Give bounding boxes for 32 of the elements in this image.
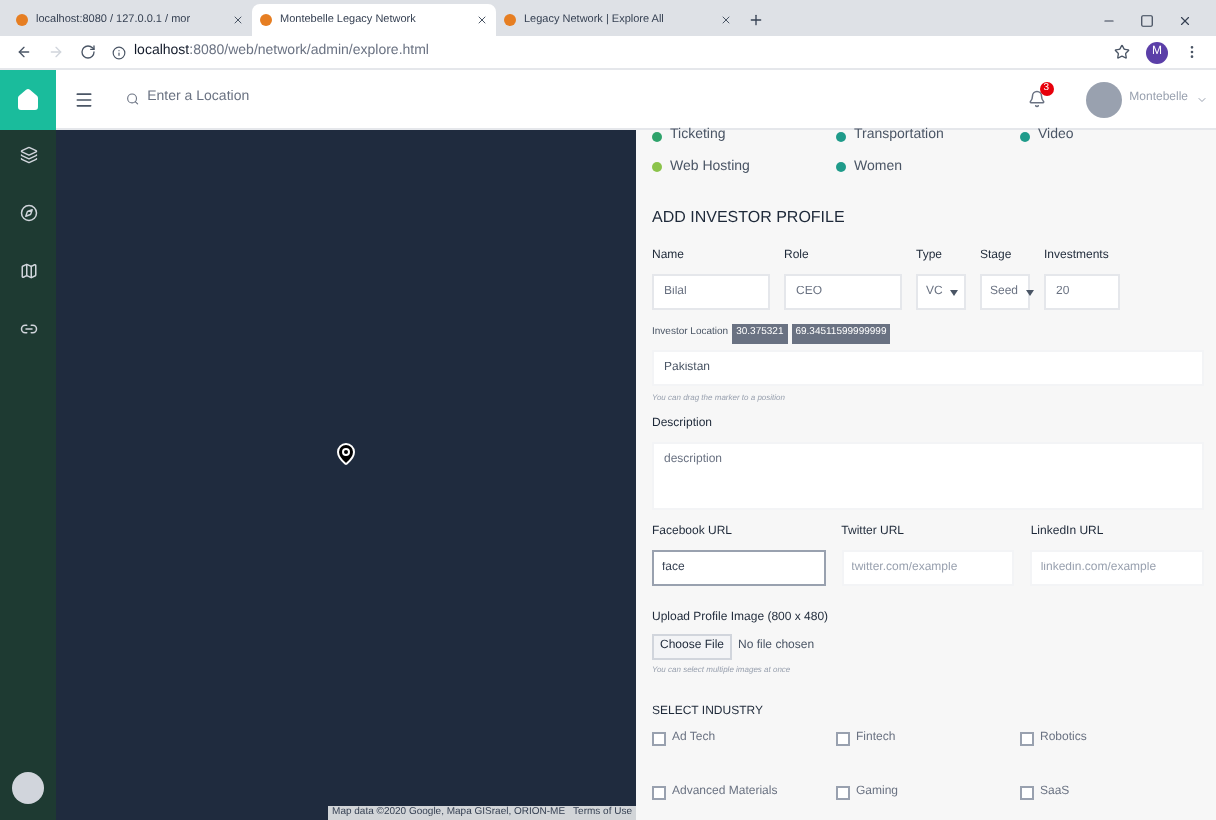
link-icon[interactable] bbox=[19, 320, 37, 338]
map-icon[interactable] bbox=[19, 262, 37, 280]
home-icon bbox=[16, 87, 40, 111]
favicon-icon bbox=[504, 14, 516, 26]
checkbox[interactable] bbox=[1020, 731, 1034, 745]
close-icon[interactable] bbox=[1178, 14, 1192, 28]
close-icon[interactable] bbox=[232, 14, 244, 26]
reload-icon[interactable] bbox=[80, 44, 96, 60]
user-avatar[interactable] bbox=[12, 772, 44, 804]
star-icon[interactable] bbox=[1114, 44, 1130, 60]
info-icon bbox=[112, 45, 126, 59]
menu-icon[interactable] bbox=[74, 89, 94, 109]
notification-icon[interactable] bbox=[1027, 90, 1046, 108]
favicon-icon bbox=[16, 14, 28, 26]
checkbox[interactable] bbox=[836, 785, 850, 799]
form-title: ADD INVESTOR PROFILE bbox=[652, 206, 847, 230]
layers-icon[interactable] bbox=[19, 146, 37, 164]
checkbox[interactable] bbox=[652, 785, 666, 799]
close-icon[interactable] bbox=[476, 14, 488, 26]
map-marker-icon[interactable] bbox=[334, 440, 358, 468]
search-icon bbox=[126, 92, 140, 106]
new-tab-icon[interactable] bbox=[748, 12, 764, 28]
checkbox[interactable] bbox=[836, 731, 850, 745]
caret-icon bbox=[950, 289, 959, 295]
caret-icon bbox=[1026, 289, 1035, 295]
maximize-icon[interactable] bbox=[1140, 14, 1154, 28]
back-icon[interactable] bbox=[16, 44, 32, 60]
favicon-icon bbox=[260, 14, 272, 26]
checkbox[interactable] bbox=[652, 731, 666, 745]
close-icon[interactable] bbox=[720, 14, 732, 26]
compass-icon[interactable] bbox=[19, 204, 37, 222]
checkbox[interactable] bbox=[1020, 785, 1034, 799]
